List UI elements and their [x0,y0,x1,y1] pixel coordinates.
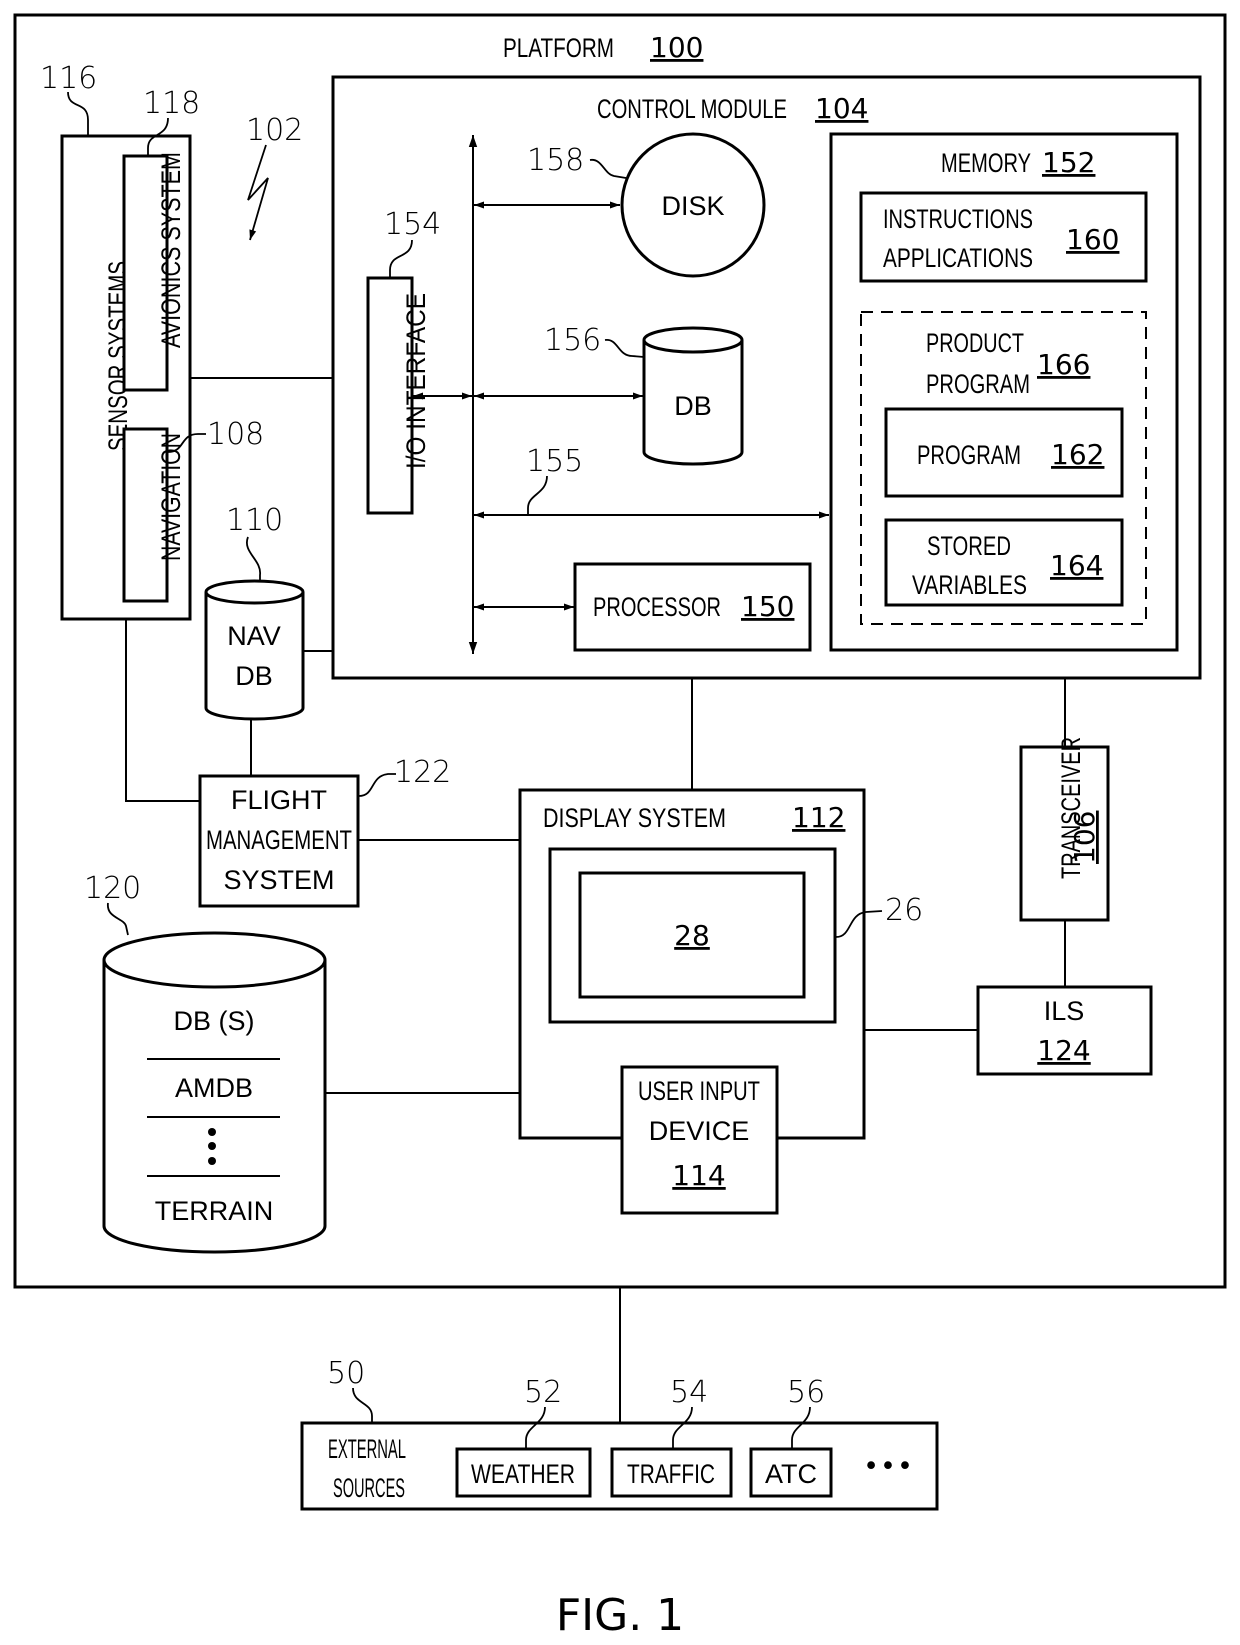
nav-db-line2: DB [235,661,273,691]
bus-ref: 155 [526,444,583,479]
control-module-ref: 104 [815,92,868,125]
io-interface-label: I/O INTERFACE [401,293,431,469]
figure-caption: FIG. 1 [556,1590,684,1641]
navigation-ref: 108 [207,417,264,452]
db-label: DB [674,391,712,421]
databases-cylinder: 120 DB (S) AMDB TERRAIN [84,871,327,1254]
source-weather-label: WEATHER [471,1459,575,1489]
transceiver: TRANSCEIVER 106 [1019,737,1110,922]
user-input-line2: DEVICE [649,1116,750,1146]
processor-ref: 150 [741,590,794,623]
more-sources-ellipsis: • • • [866,1450,909,1480]
platform-title: PLATFORM [503,33,614,63]
instructions-line2: APPLICATIONS [883,243,1033,273]
fms-line3: SYSTEM [223,865,334,895]
control-module-title: CONTROL MODULE [597,94,787,124]
lightning-arrow-icon [247,144,269,241]
memory-box: MEMORY 152 INSTRUCTIONS APPLICATIONS 160… [829,132,1179,652]
fms-ref: 122 [394,755,451,790]
databases-item-2: TERRAIN [155,1196,274,1226]
nav-db-cylinder: NAV DB 110 [204,503,305,721]
product-program-line1: PRODUCT [926,328,1024,358]
source-weather-ref: 52 [524,1375,562,1410]
source-traffic-label: TRAFFIC [627,1459,715,1489]
user-input-ref: 114 [672,1159,725,1192]
display-system-ref: 112 [792,801,845,834]
nav-db-ref: 110 [226,503,283,538]
db-ref: 156 [544,323,601,358]
external-sources-line2: SOURCES [333,1473,405,1503]
system-ref-102: 102 [246,113,303,241]
ils-ref: 124 [1037,1034,1090,1067]
flight-management-system: FLIGHT MANAGEMENT SYSTEM 122 [198,755,451,908]
fms-line1: FLIGHT [231,785,327,815]
stored-variables-line2: VARIABLES [912,570,1027,600]
external-sources-ref: 50 [327,1356,365,1391]
databases-ref: 120 [84,871,141,906]
transceiver-ref: 106 [1068,811,1101,864]
avionics-system-label: AVIONICS SYSTEM [156,152,186,348]
system-ref-label: 102 [246,113,303,148]
stored-variables-ref: 164 [1050,549,1103,582]
memory-title: MEMORY [941,148,1031,178]
source-atc-label: ATC [765,1459,817,1489]
program-ref: 162 [1051,438,1104,471]
instructions-line1: INSTRUCTIONS [883,204,1033,234]
disk-label: DISK [661,191,724,221]
sensor-systems-ref: 116 [40,61,97,96]
product-program-line2: PROGRAM [926,369,1030,399]
screen-ref: 28 [674,919,710,952]
ellipsis-dot [208,1128,216,1136]
memory-ref: 152 [1042,146,1095,179]
display-system: DISPLAY SYSTEM 112 28 26 USER INPUT DEVI… [518,788,923,1215]
display-device-ref: 26 [885,893,923,928]
external-sources-line1: EXTERNAL [328,1434,406,1464]
patent-figure: PLATFORM 100 102 SENSOR SYSTEMS 116 AVIO… [13,13,1227,1641]
ils: ILS 124 [976,985,1153,1076]
processor-label: PROCESSOR [593,592,721,622]
source-traffic-ref: 54 [670,1375,708,1410]
stored-variables-line1: STORED [927,531,1011,561]
program-label: PROGRAM [917,440,1021,470]
avionics-system-ref: 118 [143,86,200,121]
display-system-title: DISPLAY SYSTEM [543,803,726,833]
instructions-ref: 160 [1066,223,1119,256]
user-input-line1: USER INPUT [638,1076,760,1106]
ils-label: ILS [1044,996,1085,1026]
databases-item-0: DB (S) [174,1006,255,1036]
disk-ref: 158 [527,143,584,178]
io-interface-ref: 154 [384,207,441,242]
ellipsis-dot [208,1142,216,1150]
source-atc-ref: 56 [787,1375,825,1410]
ellipsis-dot [208,1157,216,1165]
platform-ref: 100 [650,31,703,64]
control-module: CONTROL MODULE 104 I/O INTERFACE 154 DIS… [331,75,1202,680]
fms-line2: MANAGEMENT [206,825,352,855]
nav-db-line1: NAV [227,621,281,651]
product-program-ref: 166 [1037,348,1090,381]
databases-item-1: AMDB [175,1073,253,1103]
